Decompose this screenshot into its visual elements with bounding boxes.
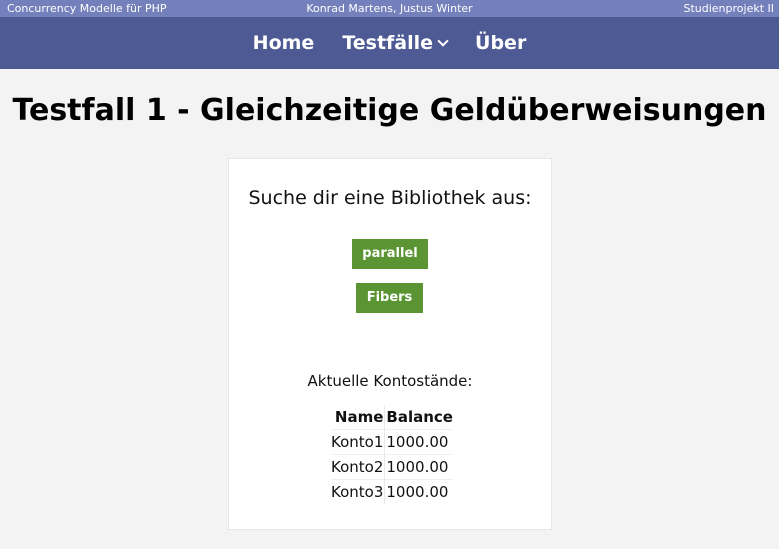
parallel-button[interactable]: parallel: [352, 239, 428, 269]
top-info-bar: Konrad Martens, Justus Winter Concurrenc…: [0, 0, 779, 17]
page-title: Testfall 1 - Gleichzeitige Geldüberweisu…: [12, 93, 767, 128]
table-header-row: Name Balance: [331, 405, 453, 430]
account-balance: 1000.00: [384, 454, 453, 480]
header-balance: Balance: [386, 408, 453, 426]
table-row: Konto2 1000.00: [331, 454, 453, 480]
library-card: Suche dir eine Bibliothek aus: parallel …: [228, 158, 552, 530]
account-name: Konto2: [331, 454, 386, 480]
account-name: Konto1: [331, 429, 386, 455]
header-name: Name: [331, 405, 386, 430]
account-name: Konto3: [331, 479, 386, 504]
table-row: Konto3 1000.00: [331, 479, 453, 504]
card-heading: Suche dir eine Bibliothek aus:: [248, 187, 532, 209]
fibers-button[interactable]: Fibers: [356, 283, 423, 313]
nav-home[interactable]: Home: [253, 32, 315, 54]
account-balance: 1000.00: [384, 429, 453, 455]
account-balance: 1000.00: [384, 479, 453, 504]
main-navbar: Home Testfälle Über: [0, 17, 779, 69]
chevron-down-icon: [437, 35, 449, 47]
balances-label: Aktuelle Kontostände:: [307, 372, 473, 390]
nav-testfaelle-dropdown[interactable]: Testfälle: [342, 32, 449, 54]
table-row: Konto1 1000.00: [331, 429, 453, 455]
site-title: Concurrency Modelle für PHP: [7, 2, 167, 15]
nav-ueber[interactable]: Über: [475, 32, 526, 54]
nav-testfaelle-label: Testfälle: [342, 32, 434, 54]
nav-items: Home Testfälle Über: [0, 17, 779, 69]
balances-table: Name Balance Konto1 1000.00 Konto2 1000.…: [331, 405, 453, 504]
project-label: Studienprojekt II: [683, 2, 774, 15]
